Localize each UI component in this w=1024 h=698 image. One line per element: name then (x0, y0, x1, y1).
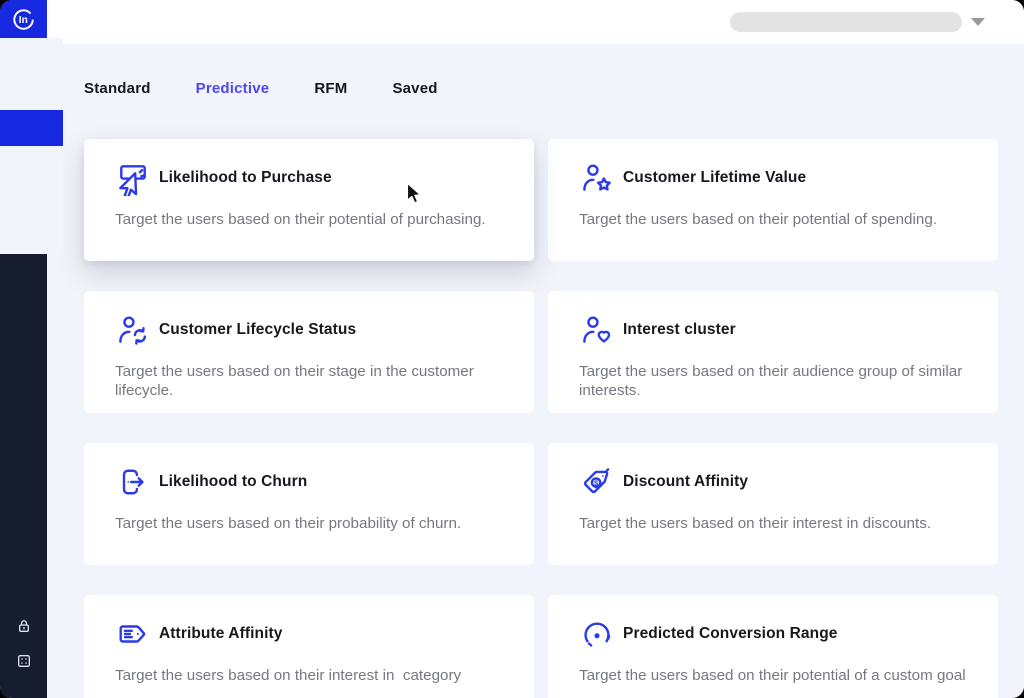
card-description: Target the users based on their potentia… (115, 210, 503, 229)
gauge-icon (579, 616, 615, 652)
card-predicted-conversion-range[interactable]: Predicted Conversion Range Target the us… (548, 595, 998, 698)
sidebar-item-apps[interactable] (0, 643, 47, 678)
card-discount-affinity[interactable]: $ Discount Affinity Target the users bas… (548, 443, 998, 565)
tab-rfm[interactable]: RFM (314, 80, 347, 97)
logo-icon: In (10, 6, 37, 33)
segment-tabs: Standard Predictive RFM Saved (84, 80, 998, 97)
card-title: Customer Lifetime Value (623, 169, 806, 187)
purchase-click-icon (115, 160, 151, 196)
tab-label: Standard (84, 80, 151, 97)
card-interest-cluster[interactable]: Interest cluster Target the users based … (548, 291, 998, 413)
card-title: Customer Lifecycle Status (159, 321, 356, 339)
app-window: In (0, 0, 1024, 698)
card-header: Customer Lifecycle Status (115, 312, 503, 348)
svg-text:In: In (19, 15, 28, 26)
segments-page: Standard Predictive RFM Saved Likelihood… (47, 44, 1024, 698)
person-star-icon (579, 160, 615, 196)
segment-cards: Likelihood to Purchase Target the users … (84, 139, 998, 698)
card-header: Predicted Conversion Range (579, 616, 967, 652)
card-description: Target the users based on their interest… (115, 666, 503, 685)
tab-label: RFM (314, 80, 347, 97)
exit-arrow-icon (115, 464, 151, 500)
card-header: Interest cluster (579, 312, 967, 348)
apps-grid-icon (14, 651, 34, 671)
card-title: Attribute Affinity (159, 625, 282, 643)
sidebar-item-audiences[interactable] (0, 110, 63, 146)
sidebar-nav (0, 38, 47, 254)
tab-saved[interactable]: Saved (392, 80, 437, 97)
card-description: Target the users based on their stage in… (115, 362, 503, 401)
card-title: Likelihood to Churn (159, 473, 307, 491)
dollar-tag-icon: $ (579, 464, 615, 500)
card-title: Interest cluster (623, 321, 736, 339)
sidebar-item-permissions[interactable] (0, 608, 47, 643)
card-customer-lifetime-value[interactable]: Customer Lifetime Value Target the users… (548, 139, 998, 261)
card-description: Target the users based on their probabil… (115, 514, 503, 533)
account-selector[interactable] (730, 12, 962, 32)
sidebar-item-analytics[interactable] (0, 38, 63, 74)
person-cycle-icon (115, 312, 151, 348)
card-description: Target the users based on their interest… (579, 514, 967, 533)
card-description: Target the users based on their potentia… (579, 210, 967, 229)
sidebar-bottom (0, 608, 47, 678)
main-column: Standard Predictive RFM Saved Likelihood… (47, 0, 1024, 698)
card-header: Likelihood to Purchase (115, 160, 503, 196)
card-attribute-affinity[interactable]: Attribute Affinity Target the users base… (84, 595, 534, 698)
card-title: Discount Affinity (623, 473, 748, 491)
card-header: Attribute Affinity (115, 616, 503, 652)
sidebar-item-history[interactable] (0, 218, 63, 254)
sidebar-item-products[interactable] (0, 74, 63, 110)
tab-label: Predictive (196, 80, 270, 97)
tab-predictive[interactable]: Predictive (196, 80, 270, 97)
card-title: Predicted Conversion Range (623, 625, 837, 643)
topbar (47, 0, 1024, 44)
card-header: $ Discount Affinity (579, 464, 967, 500)
card-header: Likelihood to Churn (115, 464, 503, 500)
sidebar-item-ideas[interactable] (0, 146, 63, 182)
tab-label: Saved (392, 80, 437, 97)
person-heart-icon (579, 312, 615, 348)
app-logo[interactable]: In (0, 0, 47, 38)
sidebar: In (0, 0, 47, 698)
card-title: Likelihood to Purchase (159, 169, 332, 187)
dropdown-caret-icon[interactable] (971, 18, 985, 26)
sidebar-item-journeys[interactable] (0, 182, 63, 218)
card-header: Customer Lifetime Value (579, 160, 967, 196)
card-description: Target the users based on their potentia… (579, 666, 967, 685)
card-likelihood-to-churn[interactable]: Likelihood to Churn Target the users bas… (84, 443, 534, 565)
card-likelihood-to-purchase[interactable]: Likelihood to Purchase Target the users … (84, 139, 534, 261)
card-description: Target the users based on their audience… (579, 362, 967, 401)
tab-standard[interactable]: Standard (84, 80, 151, 97)
attribute-tag-icon (115, 616, 151, 652)
lock-icon (14, 616, 34, 636)
card-customer-lifecycle-status[interactable]: Customer Lifecycle Status Target the use… (84, 291, 534, 413)
